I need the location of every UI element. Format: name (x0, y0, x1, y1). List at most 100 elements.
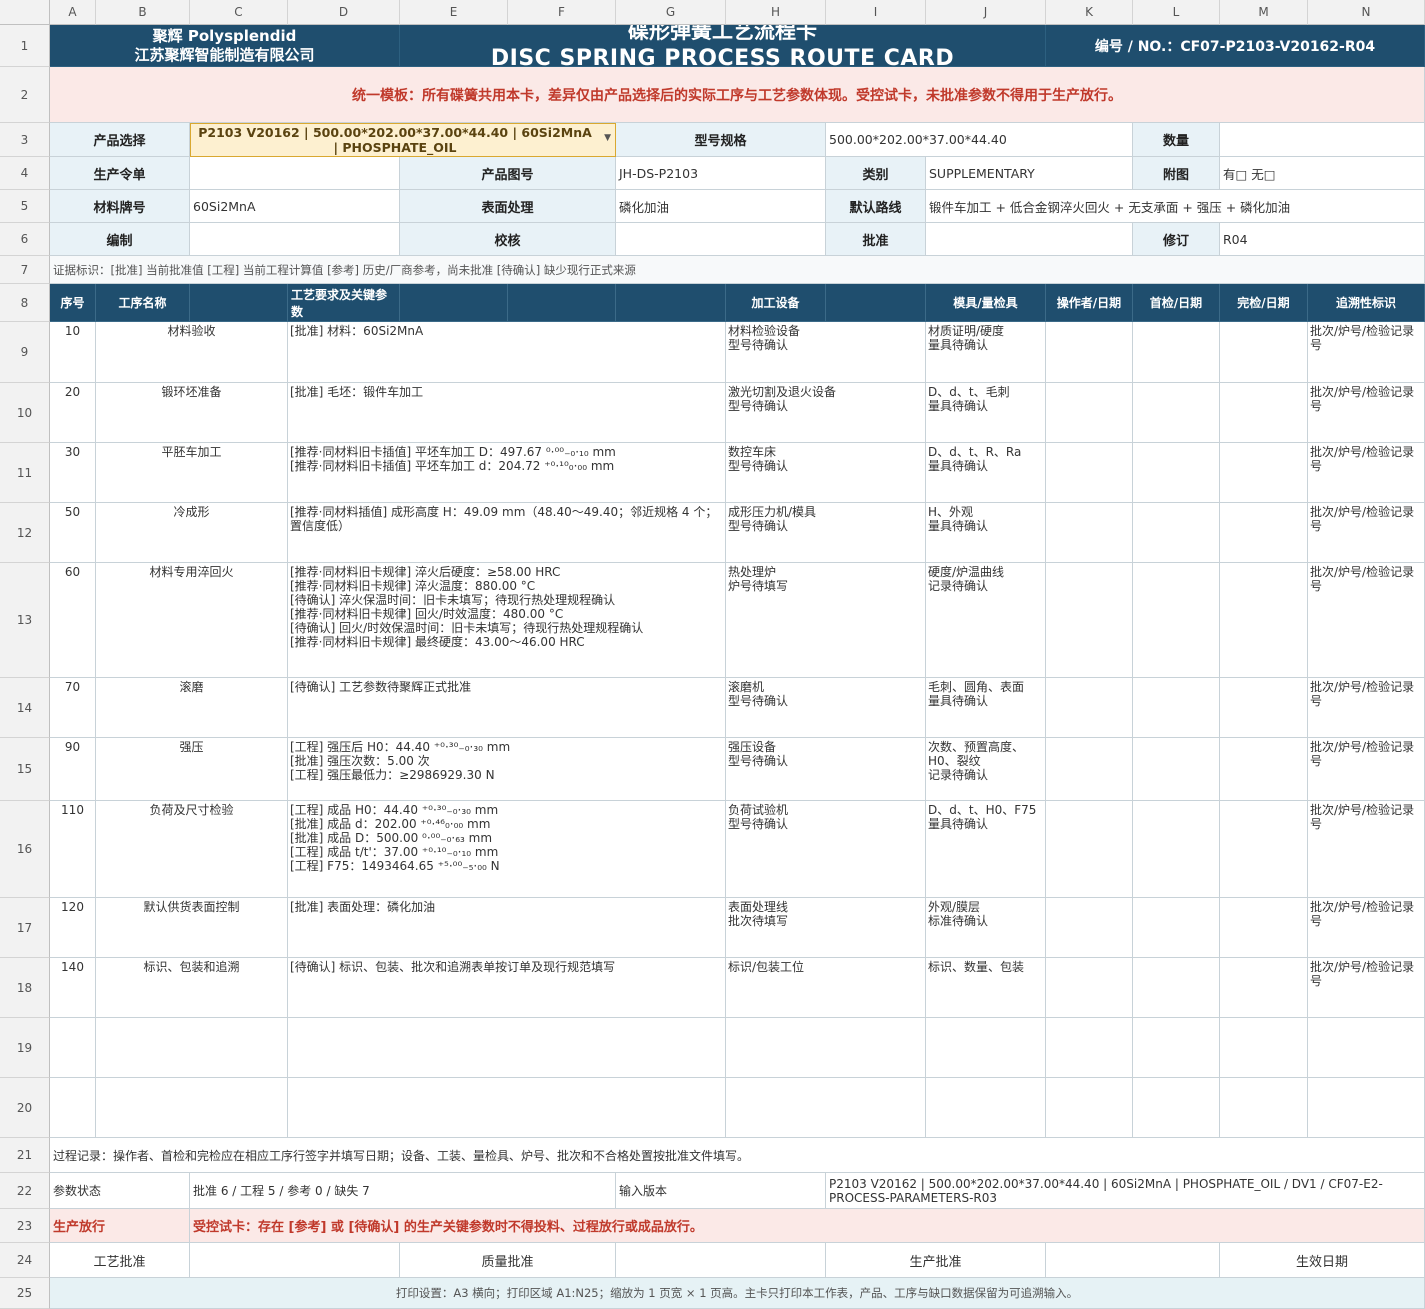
row-header-3[interactable]: 3 (0, 123, 50, 157)
row-header-22[interactable]: 22 (0, 1173, 50, 1209)
empty-row-cell[interactable] (1308, 1018, 1425, 1078)
final-inspection-field[interactable] (1220, 503, 1308, 563)
empty-row-cell[interactable] (1220, 1018, 1308, 1078)
column-header-m[interactable]: M (1220, 0, 1308, 25)
operator-date-field[interactable] (1046, 678, 1133, 738)
chevron-down-icon[interactable]: ▼ (604, 133, 611, 143)
row-header-11[interactable]: 11 (0, 443, 50, 503)
check-field[interactable] (616, 223, 826, 256)
empty-row-cell[interactable] (50, 1078, 96, 1138)
empty-row-cell[interactable] (726, 1018, 926, 1078)
operator-date-field[interactable] (1046, 898, 1133, 958)
empty-row-cell[interactable] (288, 1078, 726, 1138)
first-inspection-field[interactable] (1133, 383, 1220, 443)
empty-row-cell[interactable] (96, 1018, 288, 1078)
empty-row-cell[interactable] (1046, 1018, 1133, 1078)
row-header-24[interactable]: 24 (0, 1243, 50, 1278)
operator-date-field[interactable] (1046, 503, 1133, 563)
column-header-b[interactable]: B (96, 0, 190, 25)
column-header-l[interactable]: L (1133, 0, 1220, 25)
quantity-field[interactable] (1220, 123, 1425, 157)
compile-field[interactable] (190, 223, 400, 256)
row-header-20[interactable]: 20 (0, 1078, 50, 1138)
row-header-8[interactable]: 8 (0, 284, 50, 322)
operator-date-field[interactable] (1046, 563, 1133, 678)
row-header-6[interactable]: 6 (0, 223, 50, 256)
column-header-d[interactable]: D (288, 0, 400, 25)
attachment-checkboxes[interactable]: 有□ 无□ (1220, 157, 1425, 190)
row-header-2[interactable]: 2 (0, 67, 50, 123)
empty-row-cell[interactable] (50, 1018, 96, 1078)
final-inspection-field[interactable] (1220, 958, 1308, 1018)
column-header-k[interactable]: K (1046, 0, 1133, 25)
surface-label: 表面处理 (400, 190, 616, 223)
operator-date-field[interactable] (1046, 738, 1133, 801)
row-header-15[interactable]: 15 (0, 738, 50, 801)
operator-date-field[interactable] (1046, 383, 1133, 443)
row-header-17[interactable]: 17 (0, 898, 50, 958)
row-header-19[interactable]: 19 (0, 1018, 50, 1078)
quality-approval-field[interactable] (616, 1243, 826, 1278)
operator-date-field[interactable] (1046, 801, 1133, 898)
empty-row-cell[interactable] (288, 1018, 726, 1078)
final-inspection-field[interactable] (1220, 898, 1308, 958)
final-inspection-field[interactable] (1220, 443, 1308, 503)
column-header-f[interactable]: F (508, 0, 616, 25)
final-inspection-field[interactable] (1220, 678, 1308, 738)
column-header-a[interactable]: A (50, 0, 96, 25)
column-header-j[interactable]: J (926, 0, 1046, 25)
first-inspection-field[interactable] (1133, 503, 1220, 563)
product-select-dropdown[interactable]: P2103 V20162 | 500.00*202.00*37.00*44.40… (190, 123, 616, 157)
empty-row-cell[interactable] (1308, 1078, 1425, 1138)
final-inspection-field[interactable] (1220, 801, 1308, 898)
operator-date-field[interactable] (1046, 322, 1133, 383)
operator-date-field[interactable] (1046, 958, 1133, 1018)
row-header-18[interactable]: 18 (0, 958, 50, 1018)
row-header-9[interactable]: 9 (0, 322, 50, 383)
final-inspection-field[interactable] (1220, 383, 1308, 443)
select-all-corner[interactable] (0, 0, 50, 25)
approve-field[interactable] (926, 223, 1133, 256)
final-inspection-field[interactable] (1220, 738, 1308, 801)
empty-row-cell[interactable] (1046, 1078, 1133, 1138)
row-header-23[interactable]: 23 (0, 1209, 50, 1243)
empty-row-cell[interactable] (926, 1018, 1046, 1078)
first-inspection-field[interactable] (1133, 563, 1220, 678)
row-header-10[interactable]: 10 (0, 383, 50, 443)
first-inspection-field[interactable] (1133, 801, 1220, 898)
first-inspection-field[interactable] (1133, 958, 1220, 1018)
operator-date-field[interactable] (1046, 443, 1133, 503)
empty-row-cell[interactable] (1220, 1078, 1308, 1138)
row-header-4[interactable]: 4 (0, 157, 50, 190)
first-inspection-field[interactable] (1133, 898, 1220, 958)
empty-row-cell[interactable] (926, 1078, 1046, 1138)
final-inspection-field[interactable] (1220, 322, 1308, 383)
column-header-e[interactable]: E (400, 0, 508, 25)
empty-row-cell[interactable] (1133, 1078, 1220, 1138)
column-header-g[interactable]: G (616, 0, 726, 25)
row-header-1[interactable]: 1 (0, 25, 50, 67)
row-header-14[interactable]: 14 (0, 678, 50, 738)
empty-row-cell[interactable] (1133, 1018, 1220, 1078)
process-approval-field[interactable] (190, 1243, 400, 1278)
first-inspection-field[interactable] (1133, 678, 1220, 738)
row-header-25[interactable]: 25 (0, 1278, 50, 1309)
row-header-12[interactable]: 12 (0, 503, 50, 563)
column-header-n[interactable]: N (1308, 0, 1425, 25)
row-header-7[interactable]: 7 (0, 256, 50, 284)
order-field[interactable] (190, 157, 400, 190)
production-approval-field[interactable] (1046, 1243, 1220, 1278)
row-header-13[interactable]: 13 (0, 563, 50, 678)
final-inspection-field[interactable] (1220, 563, 1308, 678)
first-inspection-field[interactable] (1133, 322, 1220, 383)
first-inspection-field[interactable] (1133, 443, 1220, 503)
empty-row-cell[interactable] (96, 1078, 288, 1138)
first-inspection-field[interactable] (1133, 738, 1220, 801)
column-header-h[interactable]: H (726, 0, 826, 25)
row-header-21[interactable]: 21 (0, 1138, 50, 1173)
empty-row-cell[interactable] (726, 1078, 926, 1138)
column-header-i[interactable]: I (826, 0, 926, 25)
row-header-16[interactable]: 16 (0, 801, 50, 898)
row-header-5[interactable]: 5 (0, 190, 50, 223)
column-header-c[interactable]: C (190, 0, 288, 25)
